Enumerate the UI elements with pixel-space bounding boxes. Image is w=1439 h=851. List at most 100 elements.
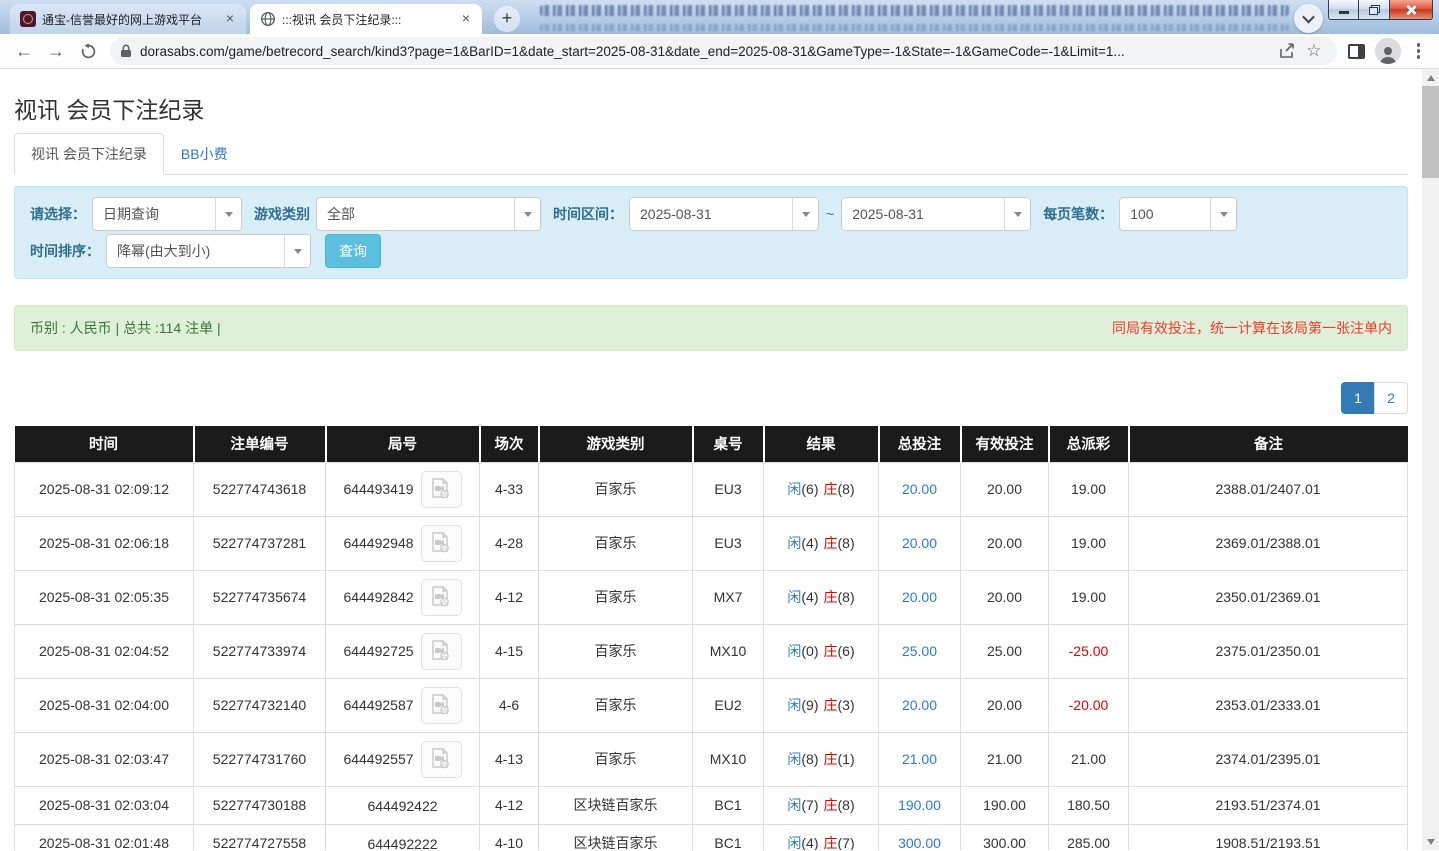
date-end-select[interactable]: 2025-08-31	[841, 197, 1032, 231]
round-number: 644493419	[343, 481, 414, 497]
chevron-down-icon[interactable]	[792, 198, 818, 230]
table-row: 2025-08-31 02:04:52 522774733974 6444927…	[14, 623, 1408, 679]
tab-close-icon[interactable]: ×	[222, 11, 238, 27]
result-player: 闲	[787, 535, 802, 551]
browser-tab-active[interactable]: :::视讯 会员下注纪录::: ×	[250, 4, 482, 34]
total-bet-link[interactable]: 21.00	[902, 751, 937, 767]
total-bet-link[interactable]: 190.00	[898, 797, 941, 813]
total-bet-link[interactable]: 20.00	[902, 697, 937, 713]
video-replay-button[interactable]	[420, 470, 462, 508]
cell-session: 4-12	[479, 569, 539, 625]
total-bet-link[interactable]: 300.00	[898, 835, 941, 850]
summary-notice: 同局有效投注，统一计算在该局第一张注单内	[1112, 320, 1392, 336]
result-player: 闲	[787, 481, 802, 497]
result-player: 闲	[787, 835, 802, 850]
page-button-1[interactable]: 1	[1341, 382, 1375, 414]
forward-button[interactable]: →	[42, 37, 70, 65]
browser-menu-button[interactable]	[1411, 43, 1427, 59]
browser-tab-inactive[interactable]: 通宝-信誉最好的网上游戏平台 ×	[10, 4, 246, 34]
video-file-icon	[432, 532, 449, 553]
cell-time: 2025-08-31 02:01:48	[14, 823, 194, 850]
cell-note: 2375.01/2350.01	[1128, 623, 1408, 679]
minimize-button[interactable]	[1328, 0, 1359, 20]
chevron-down-icon[interactable]	[215, 198, 241, 230]
side-panel-button[interactable]	[1347, 43, 1365, 59]
reload-button[interactable]	[74, 37, 102, 65]
scroll-down-button[interactable]	[1422, 833, 1439, 850]
date-start-select[interactable]: 2025-08-31	[629, 197, 819, 231]
video-file-icon	[432, 478, 449, 499]
filter-row-2: 时间排序： 降幂(由大到小) 查询	[28, 234, 1394, 268]
tab-betrecord[interactable]: 视讯 会员下注纪录	[14, 133, 164, 175]
lock-icon	[121, 44, 131, 57]
chevron-down-icon[interactable]	[1210, 198, 1237, 230]
per-page-select[interactable]: 100	[1119, 197, 1238, 231]
cell-round: 644492222	[325, 823, 480, 850]
page-scrollbar[interactable]	[1422, 69, 1439, 850]
cell-total-bet: 25.00	[878, 623, 961, 679]
result-banker: 庄	[823, 697, 838, 713]
game-type-select[interactable]: 全部	[316, 197, 541, 231]
tab-close-icon[interactable]: ×	[458, 11, 474, 27]
titlebar-artifact	[540, 5, 1289, 16]
filter-panel: 请选择： 日期查询 游戏类别 全部 时间区间： 2025-08-31 ~ 202	[14, 186, 1408, 279]
cell-table-number: MX10	[692, 731, 764, 787]
cell-table-number: EU3	[692, 515, 764, 571]
tab-title: :::视讯 会员下注纪录:::	[282, 12, 402, 27]
video-replay-button[interactable]	[420, 686, 462, 724]
cell-payout: 19.00	[1048, 461, 1129, 517]
star-icon: ☆	[1306, 41, 1322, 60]
total-bet-link[interactable]: 20.00	[902, 481, 937, 497]
video-replay-button[interactable]	[420, 632, 462, 670]
address-bar[interactable]: dorasabs.com/game/betrecord_search/kind3…	[110, 37, 1337, 65]
url-text[interactable]: dorasabs.com/game/betrecord_search/kind3…	[140, 44, 1274, 59]
round-number: 644492948	[343, 535, 414, 551]
total-bet-link[interactable]: 20.00	[902, 589, 937, 605]
cell-total-bet: 20.00	[878, 515, 961, 571]
cell-valid-bet: 20.00	[960, 461, 1049, 517]
table-row: 2025-08-31 02:04:00 522774732140 6444925…	[14, 677, 1408, 733]
round-number: 644492222	[367, 835, 438, 850]
tab-bb-tip[interactable]: BB小费	[164, 133, 245, 175]
cell-table-number: BC1	[692, 823, 764, 850]
close-window-button[interactable]	[1390, 0, 1433, 20]
sort-select[interactable]: 降幂(由大到小)	[106, 234, 311, 268]
table-row: 2025-08-31 02:03:47 522774731760 6444925…	[14, 731, 1408, 787]
tab-search-button[interactable]	[1294, 4, 1323, 33]
tilde-separator: ~	[826, 206, 835, 222]
share-button[interactable]	[1279, 43, 1296, 59]
table-body: 2025-08-31 02:09:12 522774743618 6444934…	[14, 461, 1408, 850]
chevron-down-icon[interactable]	[1004, 198, 1031, 230]
chevron-down-icon[interactable]	[284, 235, 310, 267]
chevron-down-icon[interactable]	[514, 198, 540, 230]
column-header: 结果	[763, 426, 880, 462]
cell-valid-bet: 300.00	[960, 823, 1049, 850]
profile-button[interactable]	[1374, 38, 1401, 64]
close-icon	[1405, 4, 1417, 16]
cell-session: 4-28	[479, 515, 539, 571]
total-bet-link[interactable]: 20.00	[902, 535, 937, 551]
cell-payout: 21.00	[1048, 731, 1129, 787]
bookmark-button[interactable]: ☆	[1306, 41, 1321, 61]
video-replay-button[interactable]	[420, 578, 462, 616]
query-button[interactable]: 查询	[325, 234, 381, 268]
tab-title: 通宝-信誉最好的网上游戏平台	[42, 12, 202, 27]
column-header: 时间	[14, 426, 195, 462]
new-tab-button[interactable]: +	[494, 6, 520, 32]
window-controls	[1328, 0, 1433, 20]
video-replay-button[interactable]	[420, 524, 462, 562]
scrollbar-thumb[interactable]	[1422, 86, 1439, 178]
result-banker: 庄	[823, 797, 838, 813]
cell-session: 4-15	[479, 623, 539, 679]
scroll-up-button[interactable]	[1422, 69, 1439, 86]
page-button-2[interactable]: 2	[1374, 382, 1408, 414]
total-bet-link[interactable]: 25.00	[902, 643, 937, 659]
date-type-select[interactable]: 日期查询	[92, 197, 242, 231]
restore-button[interactable]	[1359, 0, 1390, 20]
cell-round: 644492557	[325, 731, 480, 787]
cell-session: 4-13	[479, 731, 539, 787]
back-button[interactable]: ←	[10, 37, 38, 65]
video-replay-button[interactable]	[420, 740, 462, 778]
cell-bet-id: 522774731760	[193, 731, 326, 787]
cell-total-bet: 20.00	[878, 677, 961, 733]
